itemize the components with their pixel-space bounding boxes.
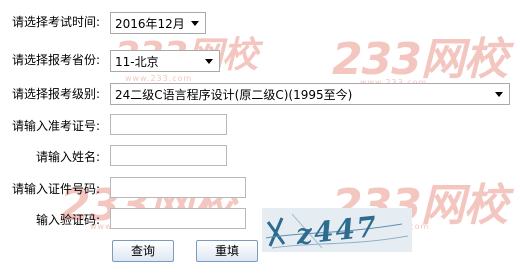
level-label: 请选择报考级别: <box>12 87 101 101</box>
ticket-number-label: 请输入准考证号: <box>12 119 101 133</box>
province-label: 请选择报考省份: <box>12 53 101 67</box>
id-number-label: 请输入证件号码: <box>12 182 101 196</box>
chevron-down-icon <box>205 59 213 64</box>
name-input[interactable] <box>110 145 227 166</box>
watermark-url: www.233.com <box>125 74 193 83</box>
watermark-logo: 233网校 <box>332 34 508 85</box>
chevron-down-icon <box>495 92 503 97</box>
name-label: 请输入姓名: <box>36 150 101 164</box>
exam-time-value: 2016年12月 <box>115 17 185 31</box>
captcha-input[interactable] <box>110 208 246 229</box>
id-number-input[interactable] <box>110 177 246 198</box>
level-select[interactable]: 24二级C语言程序设计(原二级C)(1995至今) <box>110 83 510 105</box>
province-select[interactable]: 11-北京 <box>110 50 220 72</box>
ticket-number-input[interactable] <box>110 114 227 135</box>
exam-time-label: 请选择考试时间: <box>12 15 101 29</box>
province-value: 11-北京 <box>115 55 159 69</box>
chevron-down-icon <box>191 21 199 26</box>
captcha-label: 输入验证码: <box>36 213 101 227</box>
level-value: 24二级C语言程序设计(原二级C)(1995至今) <box>115 88 353 102</box>
captcha-image[interactable]: z447 <box>262 208 412 252</box>
reset-button[interactable]: 重填 <box>196 240 258 262</box>
query-button[interactable]: 查询 <box>112 240 174 262</box>
exam-time-select[interactable]: 2016年12月 <box>110 12 206 34</box>
